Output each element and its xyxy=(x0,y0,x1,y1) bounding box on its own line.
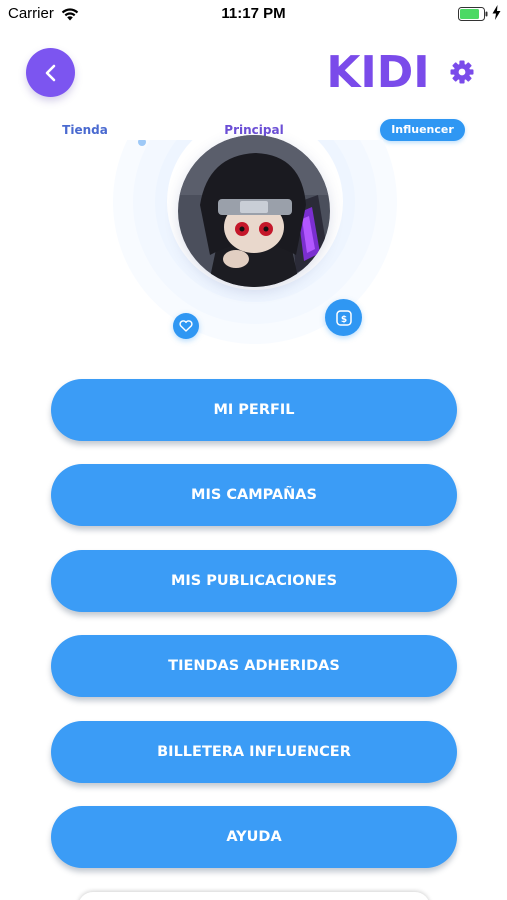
profile-avatar-image xyxy=(178,135,330,287)
mis-publicaciones-button[interactable]: MIS PUBLICACIONES xyxy=(51,550,457,612)
mi-perfil-button[interactable]: MI PERFIL xyxy=(51,379,457,441)
gear-icon xyxy=(450,60,474,84)
status-time: 11:17 PM xyxy=(221,5,286,22)
billetera-influencer-button[interactable]: BILLETERA INFLUENCER xyxy=(51,721,457,783)
wallet-button[interactable]: $ xyxy=(325,299,362,336)
settings-button[interactable] xyxy=(448,58,476,86)
status-bar: Carrier 11:17 PM xyxy=(0,0,507,28)
mis-campanas-button[interactable]: MIS CAMPAÑAS xyxy=(51,464,457,526)
tiendas-adheridas-button[interactable]: TIENDAS ADHERIDAS xyxy=(51,635,457,697)
ayuda-button[interactable]: AYUDA xyxy=(51,806,457,868)
svg-text:$: $ xyxy=(340,315,346,325)
battery-icon xyxy=(458,6,488,21)
logo-text: KIDI xyxy=(330,47,426,93)
dollar-icon: $ xyxy=(335,309,352,326)
charging-bolt-icon xyxy=(492,5,501,20)
kidi-logo: KIDI xyxy=(330,47,426,93)
back-button[interactable] xyxy=(26,48,75,97)
heart-icon xyxy=(179,320,193,332)
bottom-card-partial xyxy=(78,892,430,900)
like-button[interactable] xyxy=(173,313,199,339)
chevron-left-icon xyxy=(45,64,55,81)
tab-tienda[interactable]: Tienda xyxy=(48,119,122,141)
profile-avatar[interactable] xyxy=(178,135,330,287)
tab-influencer[interactable]: Influencer xyxy=(380,119,465,141)
